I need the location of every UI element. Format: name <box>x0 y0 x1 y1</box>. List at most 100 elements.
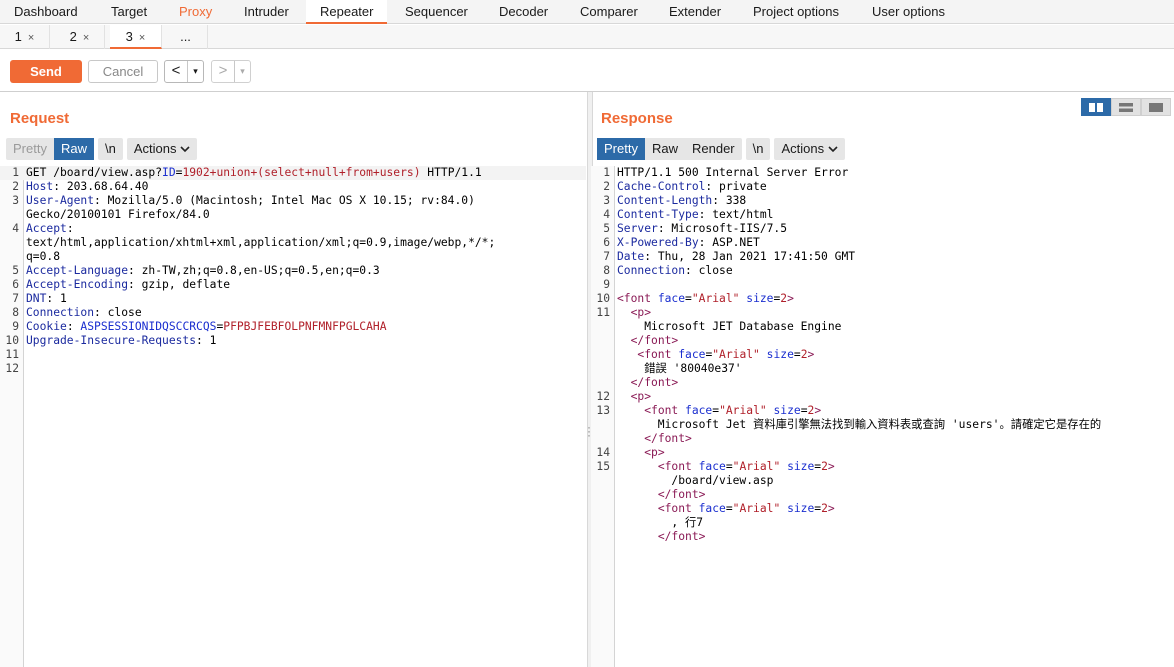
line-number: 3 <box>603 194 610 207</box>
repeater-tab-2[interactable]: 2 × <box>55 25 105 49</box>
code-line: 14 <p> <box>591 446 1174 460</box>
code-token: > <box>827 502 835 515</box>
code-line: 5 Accept-Language: zh-TW,zh;q=0.8,en-US;q… <box>0 264 586 278</box>
tab-dashboard[interactable]: Dashboard <box>0 0 92 24</box>
request-actions-menu[interactable]: Actions <box>126 138 198 160</box>
layout-toggle-group <box>1081 98 1171 116</box>
response-tab-render[interactable]: Render <box>685 138 742 160</box>
tab-proxy[interactable]: Proxy <box>165 0 226 24</box>
code-token: 2 <box>821 460 828 473</box>
code-token: : private <box>705 180 767 193</box>
code-line: 5 Server: Microsoft-IIS/7.5 <box>591 222 1174 236</box>
response-newline-toggle[interactable]: \n <box>745 138 771 160</box>
code-line: 9 Cookie: ASPSESSIONIDQSCCRCQS=PFPBJFEBFO… <box>0 320 586 334</box>
tab-decoder[interactable]: Decoder <box>485 0 562 24</box>
code-token: ASPSESSIONIDQSCCRCQS <box>80 320 217 333</box>
repeater-tab-new[interactable]: ... <box>164 25 208 49</box>
code-line: 12 <p> <box>591 390 1174 404</box>
close-icon[interactable]: × <box>139 32 145 44</box>
line-text: GET /board/view.asp?ID=1902+union+(selec… <box>26 166 482 180</box>
line-text: Gecko/20100101 Firefox/84.0 <box>26 208 210 222</box>
request-newline-toggle[interactable]: \n <box>97 138 123 160</box>
code-line: /board/view.asp <box>591 474 1174 488</box>
code-token: "Arial" <box>732 502 781 515</box>
tab-target[interactable]: Target <box>97 0 161 24</box>
line-number: 8 <box>603 264 610 277</box>
line-number: 7 <box>12 292 19 305</box>
line-text: Upgrade-Insecure-Requests: 1 <box>26 334 216 348</box>
code-token: : <box>66 320 81 333</box>
chevron-down-icon <box>828 138 838 160</box>
code-line: 11 <p> <box>591 306 1174 320</box>
code-token: Content-Type <box>617 208 699 221</box>
response-title: Response <box>601 110 673 127</box>
line-text: Cookie: ASPSESSIONIDQSCCRCQS=PFPBJFEBFOL… <box>26 320 387 334</box>
layout-side-by-side-icon[interactable] <box>1081 98 1111 116</box>
code-token: : close <box>94 306 142 319</box>
code-token: Microsoft JET Database Engine <box>617 320 842 333</box>
line-text: Accept-Language: zh-TW,zh;q=0.8,en-US;q=… <box>26 264 380 278</box>
history-back-group: < ▾ <box>164 60 204 83</box>
close-icon[interactable]: × <box>28 32 34 44</box>
response-editor[interactable]: 1 HTTP/1.1 500 Internal Server Error 2 Cach… <box>591 166 1174 667</box>
line-number: 4 <box>12 222 19 235</box>
code-line: Microsoft JET Database Engine <box>591 320 1174 334</box>
chevron-down-icon[interactable]: ▾ <box>234 61 250 82</box>
request-view-tabs: Pretty Raw \n Actions <box>6 138 198 160</box>
code-token: Cookie <box>26 320 67 333</box>
line-text: q=0.8 <box>26 250 60 264</box>
tab-repeater[interactable]: Repeater <box>306 0 388 24</box>
code-line: <font face="Arial" size=2> <box>591 348 1174 362</box>
line-text: text/html,application/xhtml+xml,applicat… <box>26 236 495 250</box>
code-line: 7 DNT: 1 <box>0 292 586 306</box>
forward-arrow-icon[interactable]: > <box>212 61 234 82</box>
layout-tabbed-icon[interactable] <box>1141 98 1171 116</box>
code-token: = <box>793 348 801 361</box>
line-text: Host: 203.68.64.40 <box>26 180 148 194</box>
line-text: User-Agent: Mozilla/5.0 (Macintosh; Inte… <box>26 194 475 208</box>
tab-project-options[interactable]: Project options <box>739 0 853 24</box>
code-token: <font <box>657 460 699 473</box>
line-number: 5 <box>12 264 19 277</box>
tab-user-options[interactable]: User options <box>858 0 959 24</box>
code-token: size <box>766 348 794 361</box>
code-line: Microsoft Jet 資料庫引擎無法找到輸入資料表或查詢 'users'。… <box>591 418 1174 432</box>
request-tab-pretty[interactable]: Pretty <box>6 138 54 160</box>
send-button[interactable]: Send <box>10 60 82 83</box>
code-token: : <box>66 222 74 235</box>
line-number: 2 <box>12 180 19 193</box>
close-icon[interactable]: × <box>83 32 89 44</box>
layout-stacked-icon[interactable] <box>1111 98 1141 116</box>
tab-extender[interactable]: Extender <box>655 0 735 24</box>
code-token: </font> <box>644 432 692 445</box>
main-tab-bar: Dashboard Target Proxy Intruder Repeater… <box>0 0 1174 24</box>
line-text: Accept: <box>26 222 74 236</box>
line-text: </font> <box>617 432 692 446</box>
response-actions-menu[interactable]: Actions <box>774 138 846 160</box>
response-tab-raw[interactable]: Raw <box>645 138 685 160</box>
code-token: size <box>746 292 774 305</box>
code-token: : 1 <box>46 292 67 305</box>
repeater-tab-3[interactable]: 3 × <box>110 25 162 49</box>
code-line: 2 Cache-Control: private <box>591 180 1174 194</box>
line-text: </font> <box>617 376 679 390</box>
tab-intruder[interactable]: Intruder <box>230 0 303 24</box>
request-editor[interactable]: 1 GET /board/view.asp?ID=1902+union+(sele… <box>0 166 586 667</box>
request-tab-raw[interactable]: Raw <box>53 138 94 160</box>
repeater-tab-1[interactable]: 1 × <box>0 25 50 49</box>
line-text: Connection: close <box>617 264 733 278</box>
tab-sequencer[interactable]: Sequencer <box>391 0 482 24</box>
back-arrow-icon[interactable]: < <box>165 61 187 82</box>
code-token: Cache-Control <box>617 180 706 193</box>
cancel-button[interactable]: Cancel <box>88 60 158 83</box>
line-text: <font face="Arial" size=2> <box>617 348 814 362</box>
response-tab-pretty[interactable]: Pretty <box>597 138 645 160</box>
chevron-down-icon[interactable]: ▾ <box>187 61 203 82</box>
code-token: > <box>827 460 835 473</box>
line-number: 6 <box>12 278 19 291</box>
line-text: <p> <box>617 446 664 460</box>
tab-comparer[interactable]: Comparer <box>566 0 652 24</box>
